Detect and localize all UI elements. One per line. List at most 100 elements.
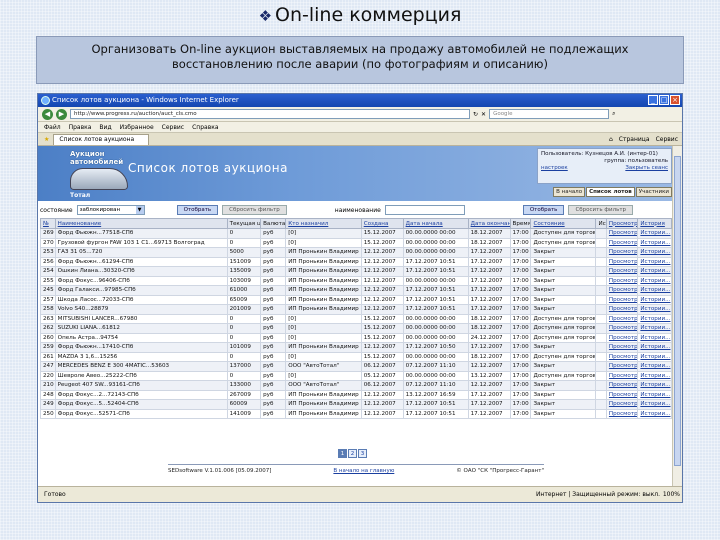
url-input[interactable]: http://www.progress.ru/auction/auct_cls.…: [70, 109, 470, 119]
nav-lots-button[interactable]: Список лотов: [586, 187, 635, 197]
view-lot-link[interactable]: Просмотр: [605, 380, 639, 391]
maximize-icon[interactable]: □: [659, 95, 669, 105]
lot-history-link[interactable]: Истории...: [637, 304, 672, 315]
column-header[interactable]: Просмотр: [605, 218, 639, 229]
table-cell: MITSUBISHI LANCER...67980: [54, 313, 228, 324]
lot-history-link[interactable]: Истории...: [637, 294, 672, 305]
view-lot-link[interactable]: Просмотр: [605, 351, 639, 362]
column-header[interactable]: Состояние: [530, 218, 597, 229]
view-lot-link[interactable]: Просмотр: [605, 361, 639, 372]
tools-menu[interactable]: Сервис: [656, 133, 678, 146]
view-lot-link[interactable]: Просмотр: [605, 332, 639, 343]
table-cell: Закрыт: [530, 256, 597, 267]
lot-history-link[interactable]: Истории...: [637, 228, 672, 239]
lot-history-link[interactable]: Истории...: [637, 370, 672, 381]
column-header[interactable]: №: [40, 218, 56, 229]
lot-history-link[interactable]: Истории...: [637, 399, 672, 410]
table-cell: Форд Фьюжн...77518-СПб: [54, 228, 228, 239]
name-filter-input[interactable]: [384, 205, 465, 215]
menu-item-help[interactable]: Справка: [192, 122, 218, 132]
logout-link[interactable]: Закрыть сеанс: [625, 165, 668, 172]
menu-item-edit[interactable]: Правка: [69, 122, 92, 132]
column-header[interactable]: История: [637, 218, 672, 229]
site-logo[interactable]: Аукцион автомобилей Тотал: [40, 148, 128, 199]
view-lot-link[interactable]: Просмотр: [605, 228, 639, 239]
menu-item-file[interactable]: Файл: [44, 122, 61, 132]
scrollbar-thumb[interactable]: [674, 156, 681, 466]
column-header[interactable]: Кто назначил: [285, 218, 362, 229]
lot-history-link[interactable]: Истории...: [637, 237, 672, 248]
page-2[interactable]: 2: [348, 449, 357, 458]
view-lot-link[interactable]: Просмотр: [605, 304, 639, 315]
lot-history-link[interactable]: Истории...: [637, 275, 672, 286]
view-lot-link[interactable]: Просмотр: [605, 342, 639, 353]
lot-history-link[interactable]: Истории...: [637, 408, 672, 419]
lot-history-link[interactable]: Истории...: [637, 266, 672, 277]
home-icon[interactable]: ⌂: [609, 133, 613, 146]
reset-name-filter-button[interactable]: Сбросить фильтр: [568, 205, 634, 215]
status-select[interactable]: заблокирован ▼: [76, 205, 145, 215]
table-cell: [595, 285, 607, 296]
column-header[interactable]: Наименование: [54, 218, 228, 229]
ie-icon: [41, 96, 50, 105]
table-cell: 17.12.2007 10:50: [402, 342, 469, 353]
page-menu[interactable]: Страница: [619, 133, 650, 146]
table-cell: руб: [260, 323, 287, 334]
nav-home-button[interactable]: В начало: [553, 187, 586, 197]
settings-link[interactable]: настроек: [541, 165, 568, 172]
close-icon[interactable]: ×: [670, 95, 680, 105]
apply-name-filter-button[interactable]: Отобрать: [522, 205, 565, 215]
tab-auction-list[interactable]: Список лотов аукциона: [53, 133, 150, 145]
view-lot-link[interactable]: Просмотр: [605, 408, 639, 419]
reset-filter-button[interactable]: Сбросить фильтр: [222, 205, 287, 215]
view-lot-link[interactable]: Просмотр: [605, 247, 639, 258]
view-lot-link[interactable]: Просмотр: [605, 389, 639, 400]
back-icon[interactable]: ◀: [42, 108, 53, 120]
view-lot-link[interactable]: Просмотр: [605, 313, 639, 324]
view-lot-link[interactable]: Просмотр: [605, 399, 639, 410]
view-lot-link[interactable]: Просмотр: [605, 323, 639, 334]
menu-item-tools[interactable]: Сервис: [162, 122, 184, 132]
lot-history-link[interactable]: Истории...: [637, 285, 672, 296]
lot-history-link[interactable]: Истории...: [637, 247, 672, 258]
stop-icon[interactable]: ✕: [481, 111, 486, 118]
minimize-icon[interactable]: _: [648, 95, 658, 105]
zoom-level[interactable]: 100%: [663, 487, 680, 502]
table-cell: 210: [40, 380, 56, 391]
vertical-scrollbar[interactable]: [672, 146, 682, 486]
apply-filter-button[interactable]: Отобрать: [176, 205, 219, 215]
column-header[interactable]: Создана: [360, 218, 404, 229]
lot-history-link[interactable]: Истории...: [637, 342, 672, 353]
view-lot-link[interactable]: Просмотр: [605, 275, 639, 286]
menu-item-view[interactable]: Вид: [99, 122, 111, 132]
menu-item-favorites[interactable]: Избранное: [120, 122, 154, 132]
lot-history-link[interactable]: Истории...: [637, 361, 672, 372]
refresh-icon[interactable]: ↻: [473, 111, 478, 118]
forward-icon[interactable]: ▶: [56, 108, 67, 120]
lot-history-link[interactable]: Истории...: [637, 351, 672, 362]
page-3[interactable]: 3: [358, 449, 367, 458]
lot-history-link[interactable]: Истории...: [637, 389, 672, 400]
footer-home-link[interactable]: В начало на главную: [333, 468, 394, 474]
nav-participants-button[interactable]: Участники: [635, 187, 672, 197]
lot-history-link[interactable]: Истории...: [637, 332, 672, 343]
view-lot-link[interactable]: Просмотр: [605, 370, 639, 381]
lot-history-link[interactable]: Истории...: [637, 256, 672, 267]
favorites-star-icon[interactable]: ★: [44, 133, 49, 146]
lot-history-link[interactable]: Истории...: [637, 380, 672, 391]
lot-history-link[interactable]: Истории...: [637, 313, 672, 324]
view-lot-link[interactable]: Просмотр: [605, 294, 639, 305]
lot-history-link[interactable]: Истории...: [637, 323, 672, 334]
column-header[interactable]: Дата начала: [402, 218, 469, 229]
view-lot-link[interactable]: Просмотр: [605, 256, 639, 267]
view-lot-link[interactable]: Просмотр: [605, 285, 639, 296]
column-header: Время: [509, 218, 532, 229]
page-1[interactable]: 1: [338, 449, 347, 458]
window-titlebar[interactable]: Список лотов аукциона - Windows Internet…: [38, 94, 682, 107]
table-cell: 17.12.2007 10:51: [402, 294, 469, 305]
column-header[interactable]: Дата окончания: [467, 218, 511, 229]
search-icon[interactable]: ⌕: [612, 110, 615, 118]
search-input[interactable]: Google: [489, 109, 610, 119]
view-lot-link[interactable]: Просмотр: [605, 237, 639, 248]
view-lot-link[interactable]: Просмотр: [605, 266, 639, 277]
